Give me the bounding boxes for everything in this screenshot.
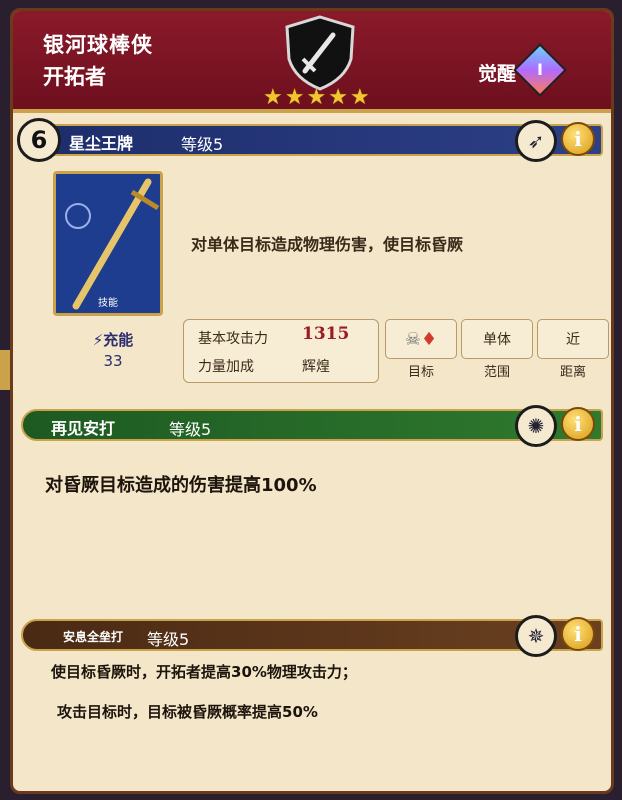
target-tag: ☠ ♦ (385, 319, 457, 359)
active-skill-bar: 6 星尘王牌 等级5 ➶ i (17, 118, 603, 162)
skull-icon: ☠ (404, 328, 421, 350)
card-label: 技能 (98, 298, 118, 309)
attack-label: 基本攻击力 (198, 331, 268, 347)
distance-tag: 近 (537, 319, 609, 359)
active-skill-level: 等级5 (181, 135, 224, 154)
hero-name: 银河球棒侠 (43, 33, 153, 57)
passive1-title: 再见安打 (51, 419, 116, 438)
awaken-gem-icon[interactable]: I (513, 43, 567, 97)
active-skill-description: 对单体目标造成物理伤害，使目标昏厥 (191, 235, 464, 254)
skill-card: 技能 (53, 171, 163, 316)
active-skill-title: 星尘王牌 (69, 134, 134, 153)
demon-icon: ♦ (421, 328, 438, 350)
skill-tags: ☠ ♦ 目标 单体 范围 近 距离 (385, 319, 609, 383)
star-icon: ★ (306, 85, 327, 110)
bow-arrow-icon: ➶ (515, 120, 557, 162)
stat-box: 基本攻击力 1315 力量加成 辉煌 (183, 319, 379, 383)
passive2-bar: 安息全垒打 等级5 ✵ i (21, 615, 603, 657)
info-icon[interactable]: i (561, 122, 595, 156)
passive1-bar: 再见安打 等级5 ✺ i (21, 405, 603, 447)
charge-icon: ⚡ (92, 331, 104, 349)
skill-index-badge: 6 (17, 118, 61, 162)
awaken-label: 觉醒 (477, 63, 516, 85)
star-icon: ★ (284, 85, 305, 110)
range-tag: 单体 (461, 319, 533, 359)
range-label: 范围 (483, 365, 510, 380)
info-icon[interactable]: i (561, 617, 595, 651)
star-rating: ★ ★ ★ ★ ★ (263, 85, 383, 110)
target-label: 目标 (407, 365, 434, 380)
charge-value: 33 (103, 352, 123, 370)
passive1-level: 等级5 (169, 420, 212, 439)
swirl-icon: ✺ (515, 405, 557, 447)
attack-value: 1315 (302, 324, 350, 344)
passive2-line1: 使目标昏厥时，开拓者提高30%物理攻击力； (51, 663, 357, 681)
charge-label: ⚡充能 (92, 331, 134, 349)
awaken-level: I (537, 60, 543, 79)
passive2-level: 等级5 (147, 630, 190, 649)
star-icon: ★ (263, 85, 283, 110)
sword-shield-icon (285, 15, 355, 91)
hero-header: 银河球棒侠 开拓者 ★ ★ ★ ★ ★ 觉醒 I (13, 11, 611, 113)
star-icon: ★ (328, 85, 348, 110)
passive2-line2: 攻击目标时，目标被昏厥概率提高50% (57, 703, 318, 721)
star-icon: ★ (349, 85, 370, 110)
bonus-label: 力量加成 (198, 359, 254, 375)
sparkle-icon: ✵ (515, 615, 557, 657)
passive2-title: 安息全垒打 (63, 630, 124, 644)
skill-panel: 银河球棒侠 开拓者 ★ ★ ★ ★ ★ 觉醒 I 6 星尘王牌 等级5 ➶ i (10, 8, 614, 794)
info-icon[interactable]: i (561, 407, 595, 441)
bonus-value: 辉煌 (302, 359, 330, 375)
distance-label: 距离 (559, 365, 586, 380)
left-side-tab[interactable] (0, 350, 10, 390)
passive1-description: 对昏厥目标造成的伤害提高100% (45, 475, 317, 496)
charge-box: ⚡充能 33 (53, 323, 173, 383)
hero-class: 开拓者 (43, 65, 106, 89)
